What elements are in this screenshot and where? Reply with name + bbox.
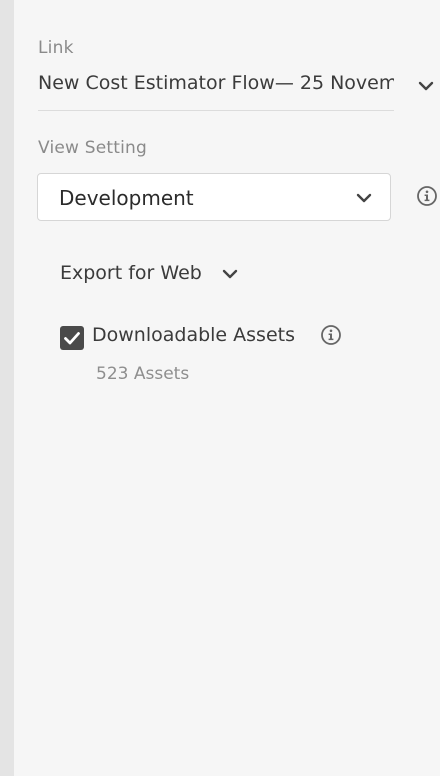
downloadable-assets-label[interactable]: Downloadable Assets xyxy=(92,324,295,346)
left-rail-divider xyxy=(0,0,14,776)
chevron-down-icon[interactable] xyxy=(416,76,436,96)
chevron-down-icon[interactable] xyxy=(220,264,240,284)
link-select[interactable]: New Cost Estimator Flow— 25 November xyxy=(38,70,394,111)
export-for-web-toggle[interactable]: Export for Web xyxy=(60,262,202,288)
assets-count: 523 Assets xyxy=(96,364,190,384)
view-setting-label: View Setting xyxy=(38,138,148,158)
link-value: New Cost Estimator Flow— 25 November xyxy=(38,72,394,94)
info-icon[interactable] xyxy=(320,324,342,346)
downloadable-assets-checkbox[interactable] xyxy=(60,326,84,350)
chevron-down-icon xyxy=(356,193,372,203)
share-settings-panel: Link New Cost Estimator Flow— 25 Novembe… xyxy=(0,0,440,776)
export-for-web-label: Export for Web xyxy=(60,262,202,284)
checkmark-icon xyxy=(64,332,80,345)
link-label: Link xyxy=(38,38,74,58)
info-icon[interactable] xyxy=(416,185,438,207)
view-setting-dropdown[interactable]: Development xyxy=(37,173,391,221)
view-setting-value: Development xyxy=(59,186,194,210)
